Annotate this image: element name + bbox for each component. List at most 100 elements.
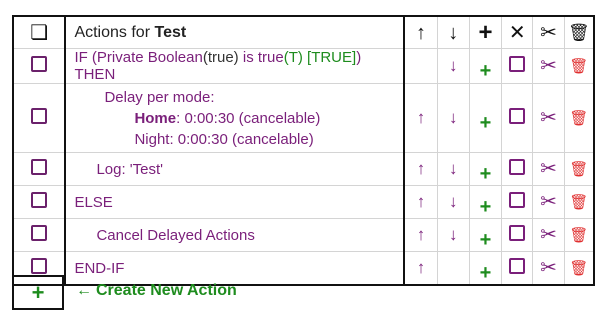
row-checkbox[interactable] <box>31 192 48 208</box>
cut-button[interactable]: ✂ <box>540 55 557 77</box>
delete-checkbox[interactable] <box>509 56 526 72</box>
row-checkbox[interactable] <box>31 159 48 175</box>
copy-icon[interactable]: ❏ <box>30 22 48 44</box>
actions-table: ❏ Actions for Test ↑ ↓ + ✕ ✂ 🗑 IF (Priva… <box>11 15 595 286</box>
table-row: Delay per mode: Home: 0:00:30 (cancelabl… <box>11 83 595 153</box>
delete-checkbox[interactable] <box>509 108 526 124</box>
action-text-part: (T) [TRUE] <box>283 49 357 66</box>
arrow-down-icon: ↓ <box>448 21 459 44</box>
delete-cell: 🗑 <box>563 48 595 84</box>
move-up-button[interactable]: ↑ <box>417 225 426 244</box>
move-down-button[interactable]: ↓ <box>449 192 458 211</box>
move-down-button[interactable]: ↓ <box>449 108 458 127</box>
move-down-cell: ↓ <box>436 218 470 252</box>
delete-button[interactable]: 🗑 <box>569 227 588 244</box>
cut-cell: ✂ <box>532 218 565 252</box>
table-row: ELSE ↑ ↓ + ✂ 🗑 <box>11 185 595 219</box>
move-up-cell: ↑ <box>403 152 438 186</box>
move-down-cell: ↓ <box>436 48 470 84</box>
action-text-part: (true) <box>202 49 239 66</box>
delete-checkbox[interactable] <box>509 192 526 208</box>
action-cell[interactable]: IF (Private Boolean(true) is true(T) [TR… <box>64 48 406 84</box>
mode-name: Home <box>134 109 177 127</box>
insert-cell: + <box>468 83 503 153</box>
actions-table-container: ❏ Actions for Test ↑ ↓ + ✕ ✂ 🗑 IF (Priva… <box>11 15 595 286</box>
delete-button[interactable]: 🗑 <box>569 161 588 178</box>
insert-cell: + <box>468 218 503 252</box>
plus-icon: + <box>478 18 493 46</box>
header-cut: ✂ <box>532 15 565 49</box>
delete-cell: 🗑 <box>563 218 595 252</box>
move-up-button[interactable]: ↑ <box>417 108 426 127</box>
cut-cell: ✂ <box>532 83 565 153</box>
create-new-action-label: Create New Action <box>96 282 237 299</box>
move-down-cell: ↓ <box>436 152 470 186</box>
move-down-button[interactable]: ↓ <box>449 225 458 244</box>
add-action-button[interactable]: + <box>12 275 64 310</box>
row-checkbox[interactable] <box>31 56 48 72</box>
move-down-button[interactable]: ↓ <box>449 159 458 178</box>
row-select-cell <box>11 185 67 219</box>
delete-button[interactable]: 🗑 <box>569 110 588 127</box>
move-up-button[interactable]: ↑ <box>417 159 426 178</box>
scissors-icon: ✂ <box>540 21 557 44</box>
row-checkbox[interactable] <box>31 108 48 124</box>
insert-action-button[interactable]: + <box>480 112 492 134</box>
action-cell[interactable]: Delay per mode: Home: 0:00:30 (cancelabl… <box>64 83 406 153</box>
table-row: Log: 'Test' ↑ ↓ + ✂ 🗑 <box>11 152 595 186</box>
plus-icon: + <box>31 279 45 305</box>
action-cell[interactable]: Log: 'Test' <box>64 152 406 186</box>
insert-action-button[interactable]: + <box>480 163 492 185</box>
action-text-part: is true <box>238 49 284 66</box>
delete-button[interactable]: 🗑 <box>569 194 588 211</box>
select-header: ❏ <box>11 15 67 49</box>
action-cell[interactable]: Cancel Delayed Actions <box>64 218 406 252</box>
move-down-cell: ↓ <box>436 83 470 153</box>
row-select-cell <box>11 83 67 153</box>
row-checkbox[interactable] <box>31 225 48 241</box>
select-delete-cell <box>501 48 534 84</box>
header-up: ↑ <box>403 15 438 49</box>
insert-cell: + <box>468 185 503 219</box>
create-new-action-link[interactable]: ← Create New Action <box>76 282 237 300</box>
move-down-button[interactable]: ↓ <box>449 56 458 75</box>
insert-action-button[interactable]: + <box>480 196 492 218</box>
cut-button[interactable]: ✂ <box>540 191 557 213</box>
x-icon: ✕ <box>508 21 526 44</box>
action-text: END-IF <box>74 259 125 277</box>
cut-button[interactable]: ✂ <box>540 107 557 129</box>
row-select-cell <box>11 152 67 186</box>
delay-mode-night: Night: 0:00:30 (cancelable) <box>134 130 314 148</box>
arrow-up-icon: ↑ <box>415 21 426 44</box>
select-delete-cell <box>501 83 534 153</box>
cut-button[interactable]: ✂ <box>540 224 557 246</box>
delete-checkbox[interactable] <box>509 159 526 175</box>
move-down-cell: ↓ <box>436 185 470 219</box>
table-row: IF (Private Boolean(true) is true(T) [TR… <box>11 48 595 84</box>
table-row: Cancel Delayed Actions ↑ ↓ + ✂ 🗑 <box>11 218 595 252</box>
insert-cell: + <box>468 152 503 186</box>
move-up-button[interactable]: ↑ <box>417 192 426 211</box>
delete-checkbox[interactable] <box>509 225 526 241</box>
cut-button[interactable]: ✂ <box>540 158 557 180</box>
insert-action-button[interactable]: + <box>480 229 492 251</box>
move-up-cell: ↑ <box>403 83 438 153</box>
delete-button[interactable]: 🗑 <box>569 260 588 277</box>
delete-button[interactable]: 🗑 <box>569 58 588 75</box>
delete-cell: 🗑 <box>563 83 595 153</box>
trash-icon: 🗑 <box>568 22 590 42</box>
delete-checkbox[interactable] <box>509 258 526 274</box>
delete-cell: 🗑 <box>563 185 595 219</box>
delete-cell: 🗑 <box>563 152 595 186</box>
insert-cell: + <box>468 48 503 84</box>
move-up-cell: ↑ <box>403 218 438 252</box>
select-delete-cell <box>501 152 534 186</box>
move-up-cell <box>403 48 438 84</box>
insert-action-button[interactable]: + <box>480 60 492 82</box>
action-cell[interactable]: ELSE <box>64 185 406 219</box>
header-delete: 🗑 <box>563 15 595 49</box>
title-name: Test <box>154 23 187 41</box>
row-checkbox[interactable] <box>31 258 48 274</box>
header-plus: + <box>468 15 503 49</box>
action-text: Cancel Delayed Actions <box>96 226 255 244</box>
